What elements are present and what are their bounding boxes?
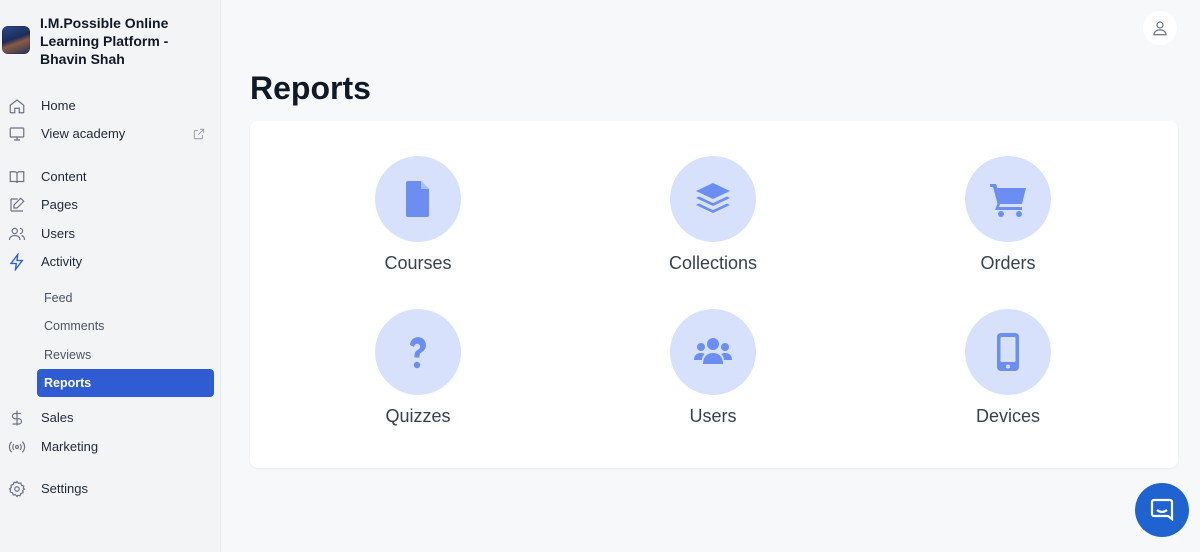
user-icon [1153, 21, 1167, 36]
report-tile-collections[interactable]: Collections [613, 156, 813, 286]
report-tile-quizzes[interactable]: Quizzes [318, 309, 518, 439]
layers-icon [696, 183, 730, 213]
sidebar: I.M.Possible Online Learning Platform - … [0, 0, 221, 552]
tile-label: Users [689, 406, 737, 426]
report-tile-courses[interactable]: Courses [318, 156, 518, 286]
report-tile-devices[interactable]: Devices [908, 309, 1108, 439]
activity-icon [8, 253, 26, 271]
brand[interactable]: I.M.Possible Online Learning Platform - … [0, 14, 221, 70]
tile-label: Collections [668, 253, 758, 273]
tile-label: Quizzes [385, 406, 451, 426]
tile-icon-circle [965, 309, 1051, 395]
home-icon [8, 97, 26, 115]
chat-icon [1150, 498, 1174, 522]
sidebar-subitem-label: Comments [44, 319, 105, 333]
sidebar-item-home[interactable]: Home [0, 93, 221, 119]
edit-icon [8, 196, 26, 214]
tile-icon-circle [965, 156, 1051, 242]
monitor-icon [8, 125, 26, 143]
sidebar-item-label: Users [41, 226, 75, 241]
tile-label: Courses [384, 253, 452, 273]
mobile-icon [997, 333, 1019, 371]
gear-icon [8, 480, 26, 498]
user-group-icon [694, 338, 732, 364]
sidebar-item-view-academy[interactable]: View academy [0, 121, 221, 147]
sidebar-subitem-feed[interactable]: Feed [37, 284, 214, 312]
users-icon [8, 225, 26, 243]
sidebar-subitem-comments[interactable]: Comments [37, 312, 214, 340]
page-title: Reports [250, 70, 371, 106]
file-icon [406, 181, 429, 217]
tile-label: Devices [975, 406, 1041, 426]
chat-launcher-button[interactable] [1135, 483, 1189, 537]
sidebar-item-marketing[interactable]: Marketing [0, 434, 221, 460]
sidebar-item-label: Content [41, 169, 87, 184]
sidebar-item-label: Settings [41, 481, 88, 496]
tile-icon-circle [670, 309, 756, 395]
sidebar-subitem-label: Feed [44, 291, 73, 305]
sidebar-item-users[interactable]: Users [0, 221, 221, 247]
sidebar-item-label: Home [41, 98, 76, 113]
tile-icon-circle [375, 156, 461, 242]
external-link-icon [192, 127, 206, 141]
academy-logo [2, 26, 30, 54]
sidebar-item-settings[interactable]: Settings [0, 476, 221, 502]
sidebar-subitem-label: Reports [44, 376, 92, 390]
tile-icon-circle [670, 156, 756, 242]
report-tile-orders[interactable]: Orders [908, 156, 1108, 286]
sidebar-item-content[interactable]: Content [0, 164, 221, 190]
sidebar-item-pages[interactable]: Pages [0, 192, 221, 218]
sidebar-item-sales[interactable]: Sales [0, 405, 221, 431]
sidebar-item-label: View academy [41, 126, 126, 141]
user-menu-button[interactable] [1143, 11, 1177, 45]
sidebar-subitem-reviews[interactable]: Reviews [37, 341, 214, 369]
report-tile-users[interactable]: Users [613, 309, 813, 439]
sidebar-subitem-label: Reviews [44, 348, 92, 362]
sidebar-subitem-reports[interactable]: Reports [37, 369, 214, 397]
sidebar-item-activity[interactable]: Activity [0, 249, 221, 275]
tile-icon-circle [375, 309, 461, 395]
reports-card: Courses Collections Orders Quizzes Users… [250, 121, 1178, 468]
sidebar-item-label: Sales [41, 410, 74, 425]
cart-icon [990, 184, 1026, 217]
academy-name: I.M.Possible Online Learning Platform - … [40, 15, 169, 67]
sidebar-item-label: Activity [41, 254, 83, 269]
dollar-icon [8, 409, 26, 427]
sidebar-item-label: Pages [41, 197, 78, 212]
tile-label: Orders [980, 253, 1036, 273]
question-icon [410, 337, 426, 369]
book-icon [8, 168, 26, 186]
sidebar-item-label: Marketing [41, 439, 99, 454]
broadcast-icon [8, 438, 26, 456]
